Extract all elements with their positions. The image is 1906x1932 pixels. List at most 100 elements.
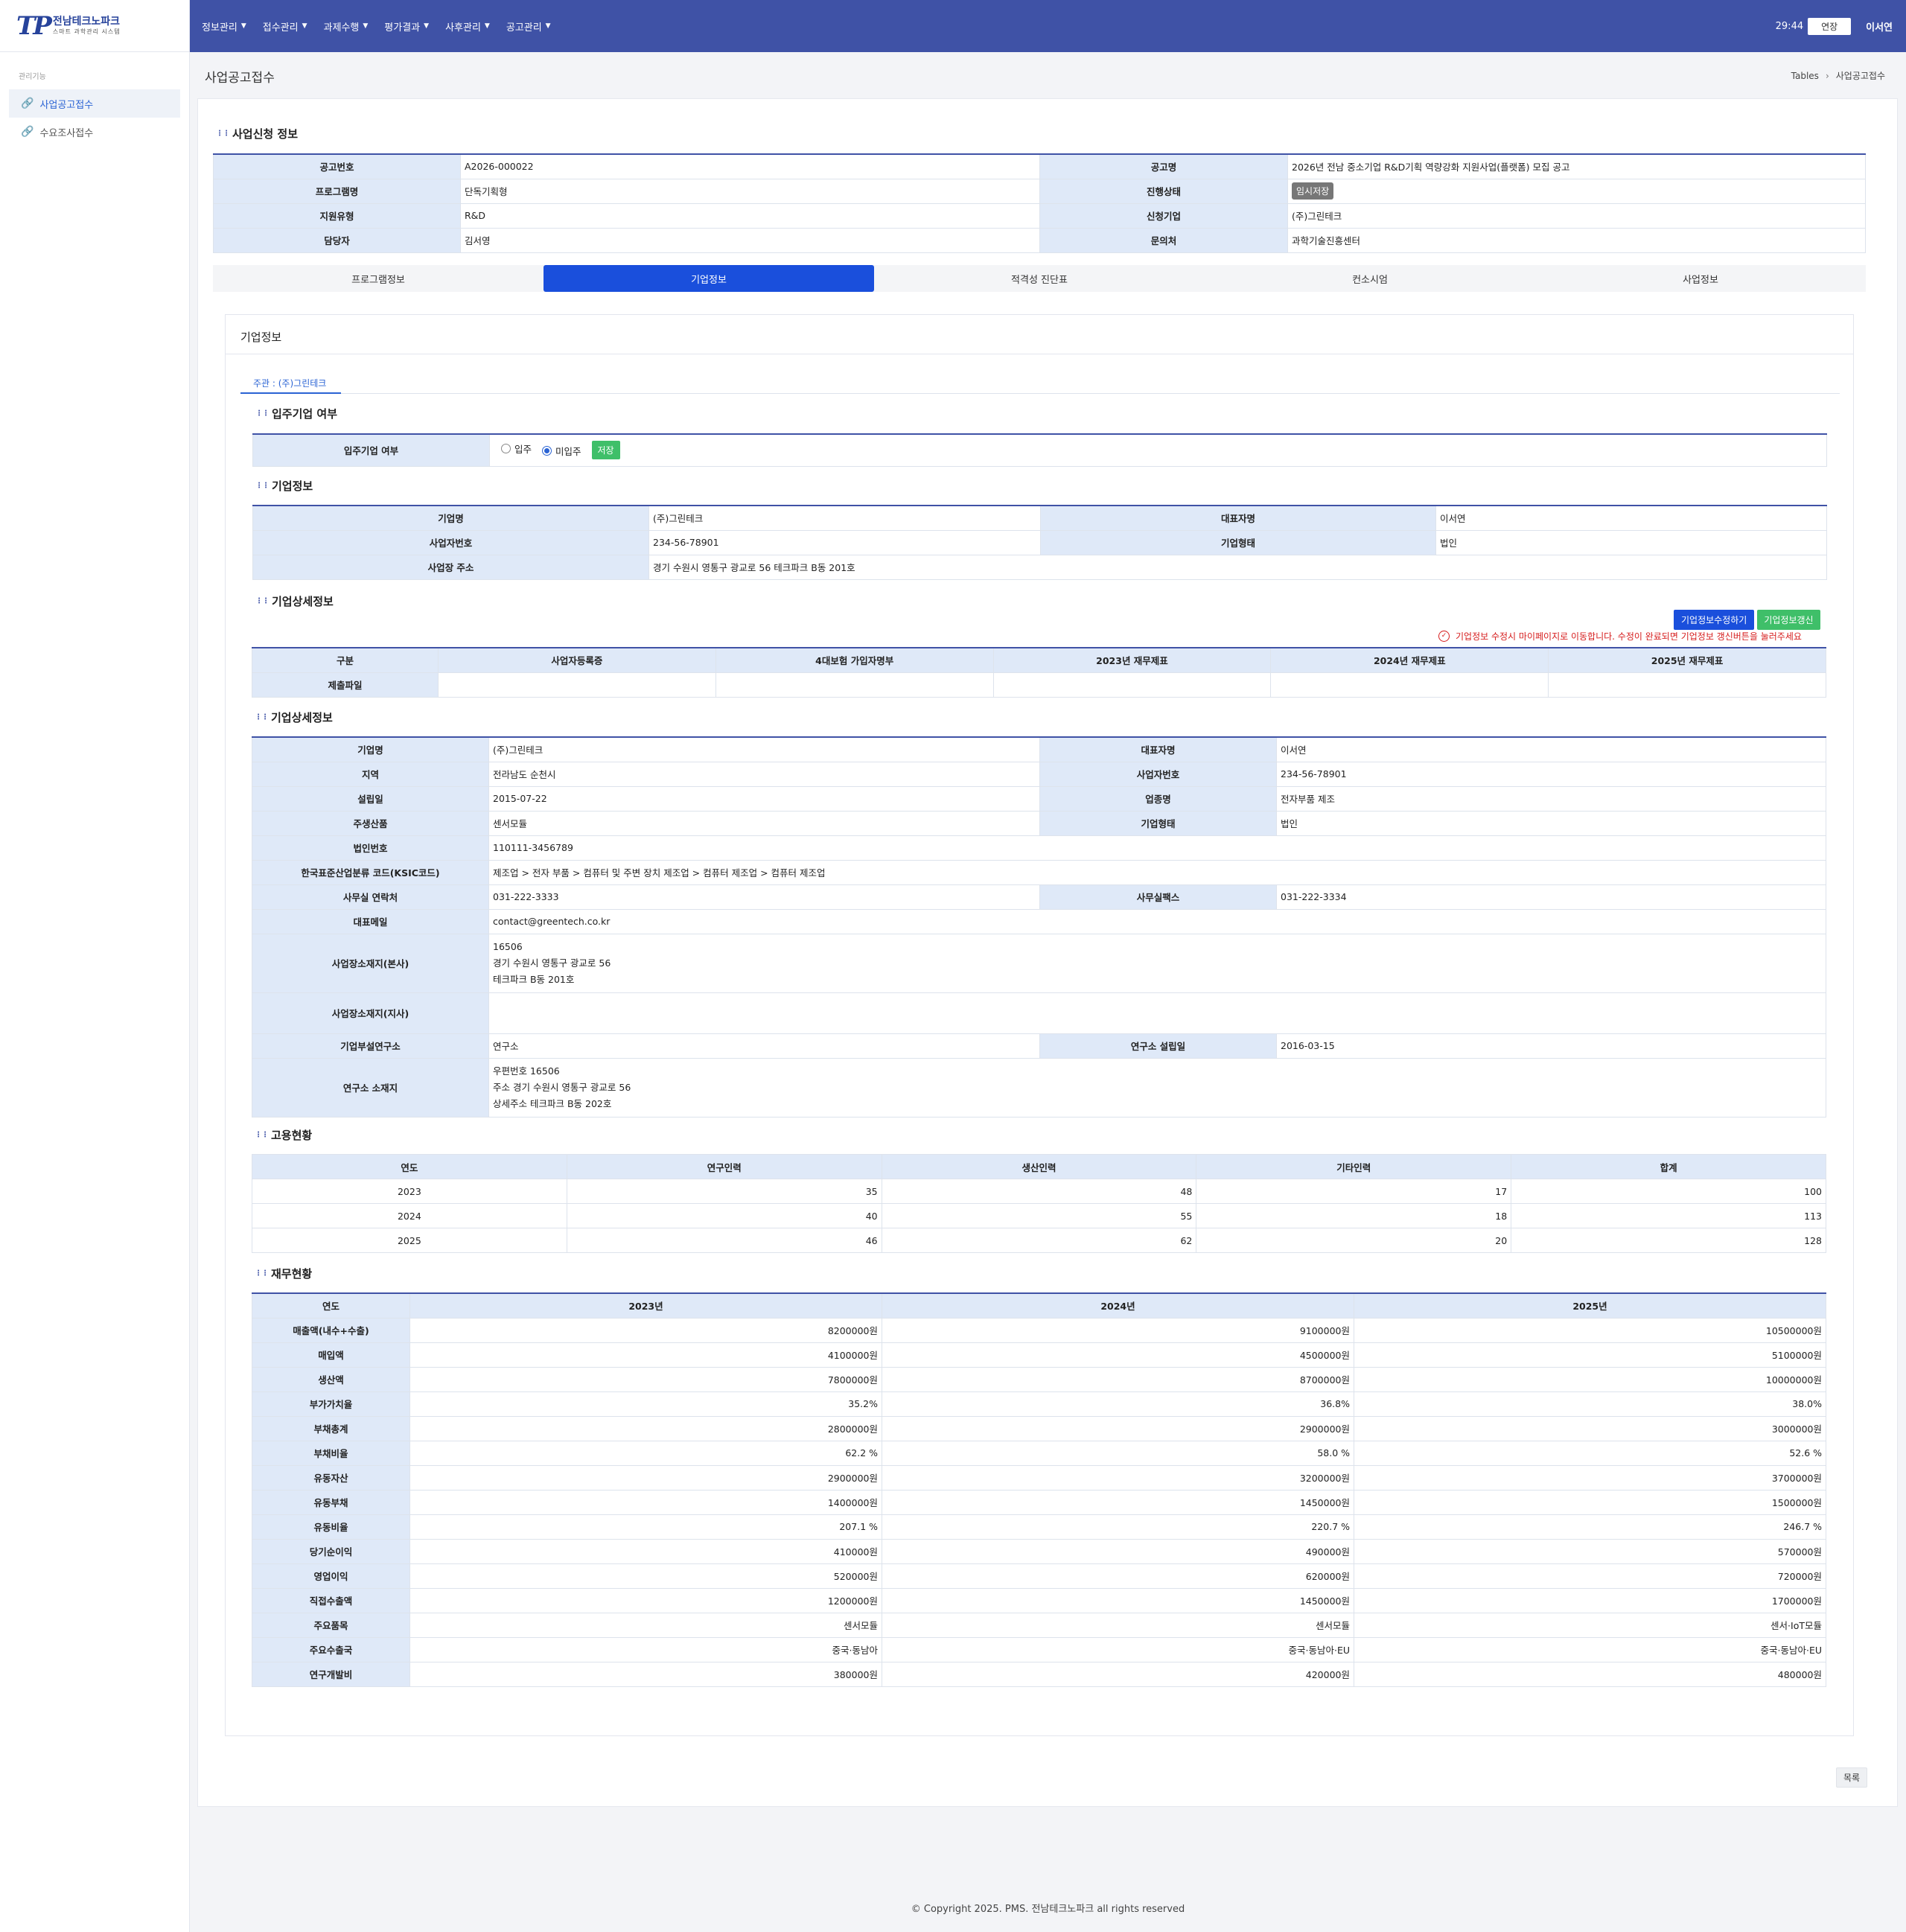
chevron-down-icon: ▼ xyxy=(363,22,369,30)
table-row: 주생산품 센서모듈 기업형태 법인 xyxy=(252,810,1826,836)
nav-followup[interactable]: 사후관리 ▼ xyxy=(445,19,490,34)
table-row: 입주기업 여부 입주 미입주 저장 xyxy=(252,433,1827,467)
subtab-lead-company[interactable]: 주관 : (주)그린테크 xyxy=(240,374,341,394)
nav-notice[interactable]: 공고관리 ▼ xyxy=(506,19,551,34)
table-row: 대표메일 contact@greentech.co.kr xyxy=(252,908,1826,934)
table-row: 기업명 (주)그린테크 대표자명 이서연 xyxy=(252,736,1826,762)
table-row: 2025 46 62 20 128 xyxy=(252,1228,1826,1253)
section-title-residency: ⋮⋮ 입주기업 여부 xyxy=(255,407,338,421)
table-row: 제출파일 xyxy=(252,672,1826,698)
section-marker-icon: ⋮⋮ xyxy=(255,1269,269,1278)
table-row: 공고번호 A2026-000022 공고명 2026년 전남 중소기업 R&D기획 역… xyxy=(213,153,1866,179)
table-row: 매출액(내수+수출) 8200000원 9100000원 10500000원 xyxy=(252,1317,1826,1343)
table-row: 유동자산 2900000원 3200000원 3700000원 xyxy=(252,1464,1826,1491)
chevron-right-icon: › xyxy=(1825,71,1829,81)
main-nav: 정보관리 ▼ 접수관리 ▼ 과제수행 ▼ 평가결과 ▼ 사후관리 ▼ 공고관리 ▼ xyxy=(202,19,567,34)
tab-company-info[interactable]: 기업정보 xyxy=(544,265,874,292)
table-row: 2023 35 48 17 100 xyxy=(252,1179,1826,1204)
logo[interactable]: TP 전남테크노파크 스마트 과학관리 시스템 xyxy=(0,0,190,52)
link-icon: 🔗 xyxy=(21,98,34,109)
sidebar-item-demand-survey[interactable]: 🔗 수요조사접수 xyxy=(9,118,180,146)
footer-copyright: © Copyright 2025. PMS. 전남테크노파크 all right… xyxy=(911,1904,1185,1915)
tab-bar: 프로그램정보 기업정보 적격성 진단표 컨소시엄 사업정보 xyxy=(213,265,1866,292)
logo-title: 전남테크노파크 xyxy=(52,16,121,28)
table-row: 연구소 소재지 우편번호 16506 주소 경기 수원시 영통구 광교로 56 상세주… xyxy=(252,1057,1826,1118)
table-row: 지역 전라남도 순천시 사업자번호 234-56-78901 xyxy=(252,761,1826,787)
table-row: 영업이익 520000원 620000원 720000원 xyxy=(252,1563,1826,1589)
file-cell[interactable] xyxy=(1270,672,1549,698)
table-row: 사무실 연락처 031-222-3333 사무실팩스 031-222-3334 xyxy=(252,884,1826,910)
list-button[interactable]: 목록 xyxy=(1836,1767,1868,1788)
check-circle-icon: ✓ xyxy=(1438,631,1450,642)
section-marker-icon: ⋮⋮ xyxy=(255,482,270,490)
save-button[interactable]: 저장 xyxy=(591,441,620,460)
section-title-company-detail: ⋮⋮ 기업상세정보 xyxy=(255,711,333,724)
table-row: 주요수출국 중국·동남아 중국·동남아·EU 중국·동남아·EU xyxy=(252,1636,1826,1662)
table-row: 매입액 4100000원 4500000원 5100000원 xyxy=(252,1342,1826,1368)
logo-subtitle: 스마트 과학관리 시스템 xyxy=(52,28,121,36)
section-marker-icon: ⋮⋮ xyxy=(255,597,270,605)
section-marker-icon: ⋮⋮ xyxy=(255,409,270,418)
submitted-files-table: 구분 사업자등록증 4대보험 가입자명부 2023년 재무제표 2024년 재무… xyxy=(252,647,1826,698)
section-marker-icon: ⋮⋮ xyxy=(255,713,269,721)
section-marker-icon: ⋮⋮ xyxy=(255,1131,269,1139)
sidebar-title: 관리기능 xyxy=(19,73,46,81)
table-row: 한국표준산업분류 코드(KSIC코드) 제조업 > 전자 부품 > 컴퓨터 및 주… xyxy=(252,859,1826,885)
logo-mark: TP xyxy=(16,10,52,41)
edit-notice: ✓ 기업정보 수정시 마이페이지로 이동합니다. 수정이 완료되면 기업정보 갱신… xyxy=(1438,630,1802,643)
chevron-down-icon: ▼ xyxy=(302,22,307,30)
file-cell[interactable] xyxy=(715,672,994,698)
section-title-finance: ⋮⋮ 재무현황 xyxy=(255,1267,313,1281)
table-row: 생산액 7800000원 8700000원 10000000원 xyxy=(252,1366,1826,1392)
panel-title: 기업정보 xyxy=(226,315,1853,354)
chevron-down-icon: ▼ xyxy=(240,22,246,30)
sidebar-item-business-notice[interactable]: 🔗 사업공고접수 xyxy=(9,89,180,118)
breadcrumb: Tables › 사업공고접수 xyxy=(1791,69,1885,82)
radio-resident[interactable]: 입주 xyxy=(501,441,532,456)
tab-consortium[interactable]: 컨소시엄 xyxy=(1205,265,1535,292)
file-cell[interactable] xyxy=(438,672,716,698)
tab-eligibility[interactable]: 적격성 진단표 xyxy=(874,265,1205,292)
nav-receipt[interactable]: 접수관리 ▼ xyxy=(263,19,307,34)
table-row: 설립일 2015-07-22 업종명 전자부품 제조 xyxy=(252,785,1826,812)
table-row: 사업장 주소 경기 수원시 영통구 광교로 56 테크파크 B동 201호 xyxy=(252,554,1827,580)
table-row: 구분 사업자등록증 4대보험 가입자명부 2023년 재무제표 2024년 재무… xyxy=(252,647,1826,673)
tab-business-info[interactable]: 사업정보 xyxy=(1535,265,1866,292)
tab-program-info[interactable]: 프로그램정보 xyxy=(213,265,544,292)
table-row: 담당자 김서영 문의처 과학기술진흥센터 xyxy=(213,227,1866,253)
nav-info[interactable]: 정보관리 ▼ xyxy=(202,19,246,34)
table-row: 기업부설연구소 연구소 연구소 설립일 2016-03-15 xyxy=(252,1033,1826,1059)
link-icon: 🔗 xyxy=(21,126,34,138)
finance-table: 연도 2023년 2024년 2025년 매출액(내수+수출) 8200000원 9100… xyxy=(252,1292,1826,1687)
page-title: 사업공고접수 xyxy=(205,71,275,86)
file-cell[interactable] xyxy=(992,672,1272,698)
section-title-company: ⋮⋮ 기업정보 xyxy=(255,479,313,493)
extend-session-button[interactable]: 연장 xyxy=(1808,17,1852,35)
table-row: 연구개발비 380000원 420000원 480000원 xyxy=(252,1661,1826,1687)
chevron-down-icon: ▼ xyxy=(424,22,430,30)
table-row: 직접수출액 1200000원 1450000원 1700000원 xyxy=(252,1587,1826,1613)
table-row: 당기순이익 410000원 490000원 570000원 xyxy=(252,1538,1826,1564)
table-row: 기업명 (주)그린테크 대표자명 이서연 xyxy=(252,505,1827,531)
table-row: 부채총계 2800000원 2900000원 3000000원 xyxy=(252,1415,1826,1441)
radio-non-resident[interactable]: 미입주 xyxy=(542,444,581,458)
user-name[interactable]: 이서연 xyxy=(1866,19,1893,34)
chevron-down-icon: ▼ xyxy=(484,22,490,30)
table-row: 지원유형 R&D 신청기업 (주)그린테크 xyxy=(213,203,1866,229)
company-basic-table: 기업명 (주)그린테크 대표자명 이서연 사업자번호 234-56-78901 기업형태 법… xyxy=(252,505,1827,580)
breadcrumb-current: 사업공고접수 xyxy=(1835,71,1885,81)
table-row: 유동부채 1400000원 1450000원 1500000원 xyxy=(252,1489,1826,1515)
section-title-employment: ⋮⋮ 고용현황 xyxy=(255,1129,313,1142)
breadcrumb-tables[interactable]: Tables xyxy=(1791,71,1819,81)
edit-company-info-button[interactable]: 기업정보수정하기 xyxy=(1674,610,1755,630)
table-row: 부채비율 62.2 % 58.0 % 52.6 % xyxy=(252,1440,1826,1466)
file-cell[interactable] xyxy=(1548,672,1826,698)
nav-evaluation[interactable]: 평가결과 ▼ xyxy=(384,19,429,34)
table-row: 연도 연구인력 생산인력 기타인력 합계 xyxy=(252,1154,1826,1179)
table-row: 프로그램명 단독기획형 진행상태 임시저장 xyxy=(213,178,1866,204)
refresh-company-info-button[interactable]: 기업정보갱신 xyxy=(1757,610,1820,630)
application-info-table: 공고번호 A2026-000022 공고명 2026년 전남 중소기업 R&D기획 역… xyxy=(213,153,1866,253)
nav-project[interactable]: 과제수행 ▼ xyxy=(324,19,369,34)
session-timer: 29:44 xyxy=(1775,20,1804,32)
table-row: 유동비율 207.1 % 220.7 % 246.7 % xyxy=(252,1514,1826,1540)
